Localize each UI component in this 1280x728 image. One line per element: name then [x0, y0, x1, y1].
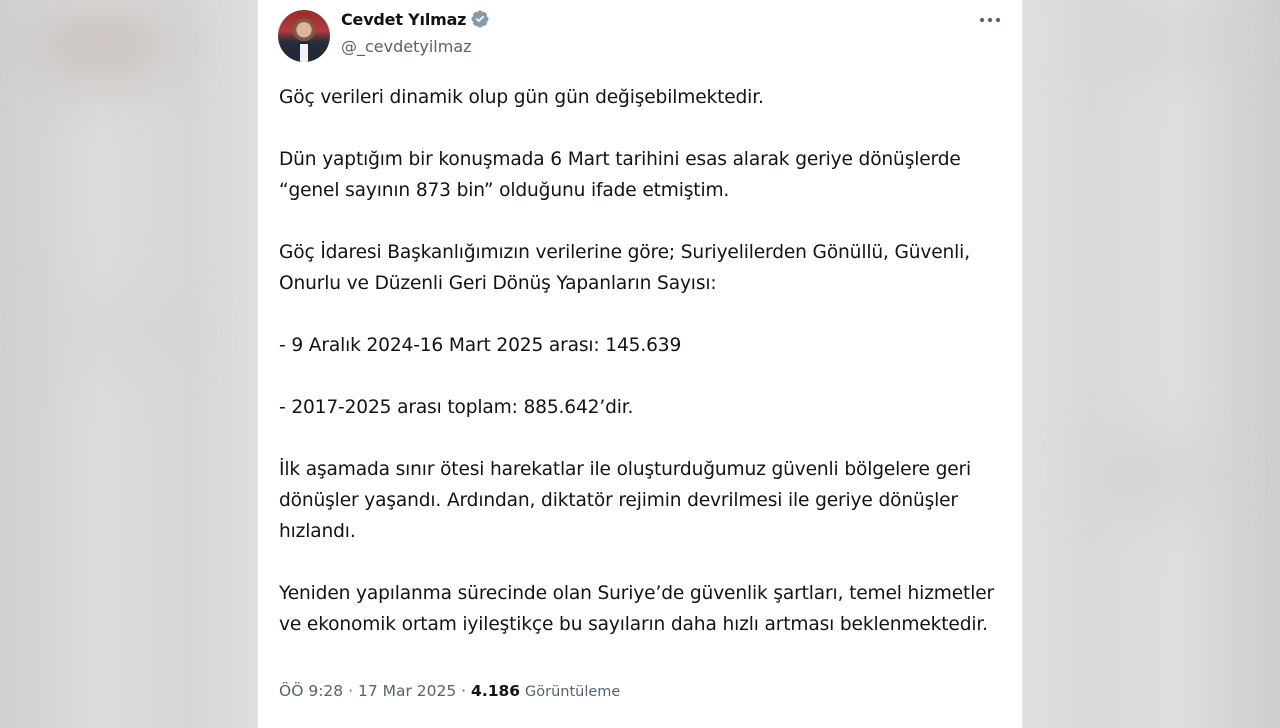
tweet-paragraph: İlk aşamada sınır ötesi harekatlar ile o… [279, 459, 972, 542]
background-blur [60, 300, 180, 360]
meta-separator: · [348, 682, 354, 700]
tweet-date[interactable]: 17 Mar 2025 [358, 682, 456, 700]
tweet-paragraph: Yeniden yapılanma sürecinde olan Suriye’… [279, 583, 994, 635]
tweet-paragraph: Göç İdaresi Başkanlığımızın verilerine g… [279, 242, 970, 294]
tweet-card: Cevdet Yılmaz @_cevdetyilmaz Göç veriler… [257, 0, 1023, 728]
avatar[interactable] [278, 10, 330, 62]
tweet-paragraph: Dün yaptığım bir konuşmada 6 Mart tarihi… [279, 149, 961, 201]
tweet-meta: ÖÖ 9:28 · 17 Mar 2025 · 4.186 Görüntülem… [279, 682, 620, 700]
background-blur [40, 10, 170, 80]
tweet-paragraph: - 9 Aralık 2024-16 Mart 2025 arası: 145.… [279, 335, 682, 356]
author-name-row: Cevdet Yılmaz [341, 9, 490, 29]
author-handle[interactable]: @_cevdetyilmaz [341, 37, 472, 56]
background-blur [1090, 440, 1210, 510]
views-count[interactable]: 4.186 [471, 682, 520, 700]
verified-badge-icon[interactable] [470, 9, 490, 29]
author-display-name[interactable]: Cevdet Yılmaz [341, 10, 466, 29]
tweet-time[interactable]: ÖÖ 9:28 [279, 682, 343, 700]
views-label: Görüntüleme [525, 684, 621, 700]
more-options-icon[interactable] [977, 12, 1003, 36]
background-blur [1080, 20, 1230, 60]
tweet-text: Göç verileri dinamik olup gün gün değişe… [279, 82, 1014, 671]
meta-separator: · [461, 682, 467, 700]
tweet-paragraph: - 2017-2025 arası toplam: 885.642’dir. [279, 397, 634, 418]
avatar-shirt [300, 44, 308, 62]
tweet-paragraph: Göç verileri dinamik olup gün gün değişe… [279, 87, 764, 108]
